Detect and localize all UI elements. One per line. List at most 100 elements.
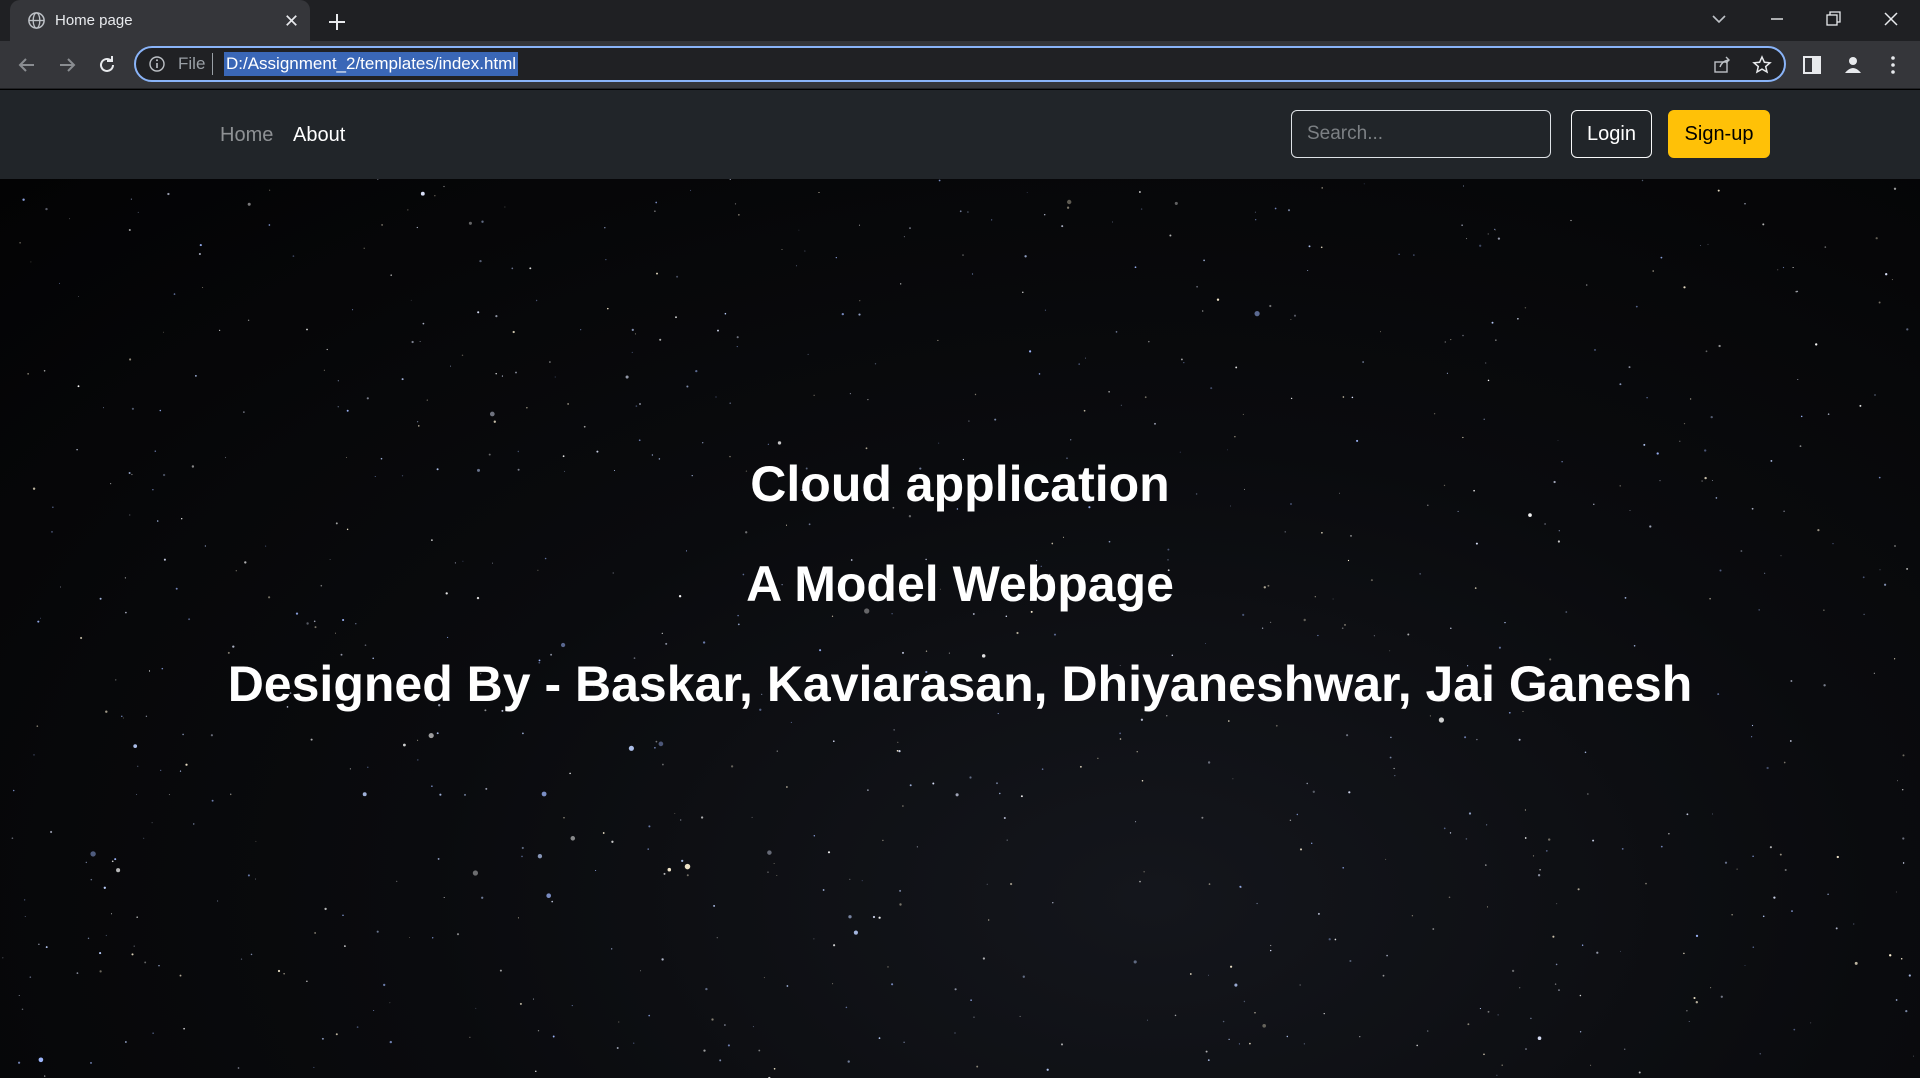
login-button[interactable]: Login	[1571, 110, 1652, 158]
side-panel-icon[interactable]	[1800, 53, 1824, 77]
star	[1351, 396, 1354, 399]
star	[982, 957, 986, 960]
star	[130, 198, 132, 200]
star	[1174, 1014, 1177, 1017]
star	[752, 1026, 754, 1028]
star	[631, 328, 634, 332]
star	[519, 1002, 522, 1005]
star	[247, 874, 250, 877]
star	[1066, 206, 1070, 209]
star	[681, 859, 684, 863]
reload-icon[interactable]	[93, 51, 121, 79]
star	[1450, 627, 1452, 629]
star	[362, 792, 367, 797]
star	[1700, 244, 1702, 246]
star	[916, 846, 918, 848]
nav-link-home[interactable]: Home	[220, 122, 273, 148]
star	[1009, 882, 1013, 886]
star	[1416, 1044, 1419, 1047]
star	[845, 1006, 848, 1009]
star	[355, 623, 357, 625]
star	[1269, 621, 1272, 624]
star	[1154, 422, 1156, 425]
minimize-icon[interactable]	[1766, 8, 1788, 30]
star	[595, 869, 597, 872]
info-icon[interactable]	[148, 55, 166, 73]
star	[702, 641, 706, 644]
star	[1854, 961, 1858, 965]
new-tab-icon[interactable]	[326, 11, 348, 33]
star	[1693, 996, 1696, 1000]
star	[1705, 350, 1708, 353]
star	[1342, 866, 1345, 869]
star	[874, 363, 877, 365]
star	[128, 228, 131, 232]
star	[822, 889, 825, 891]
star	[804, 250, 806, 252]
star	[1286, 1035, 1289, 1038]
star	[1005, 615, 1008, 618]
star	[896, 750, 899, 752]
star	[1751, 736, 1753, 738]
star	[1284, 531, 1286, 533]
star	[583, 425, 586, 428]
star	[283, 973, 285, 975]
share-icon[interactable]	[1712, 55, 1732, 75]
signup-button[interactable]: Sign-up	[1668, 110, 1770, 158]
close-tab-icon[interactable]	[282, 11, 301, 30]
star	[570, 836, 576, 841]
star	[1390, 736, 1392, 739]
star	[1053, 633, 1057, 636]
star	[1196, 285, 1198, 288]
url-text[interactable]: D:/Assignment_2/templates/index.html	[224, 52, 519, 76]
star	[136, 916, 139, 919]
star	[1061, 225, 1064, 228]
star	[954, 988, 957, 991]
star	[1686, 1010, 1688, 1012]
star	[1385, 858, 1387, 860]
star	[1913, 1055, 1914, 1057]
browser-tab[interactable]: Home page	[10, 0, 310, 41]
star	[422, 322, 425, 325]
star	[1413, 254, 1415, 256]
back-arrow-icon[interactable]	[13, 51, 41, 79]
star	[1148, 340, 1150, 343]
bookmark-star-icon[interactable]	[1752, 55, 1772, 75]
star	[1062, 536, 1065, 538]
star	[798, 229, 800, 231]
tab-search-chevron-icon[interactable]	[1708, 8, 1730, 30]
star	[1450, 339, 1452, 341]
star	[1139, 880, 1141, 883]
star	[1724, 861, 1728, 864]
star	[1633, 645, 1636, 647]
star	[602, 832, 605, 834]
star	[1143, 871, 1145, 873]
address-bar[interactable]: File D:/Assignment_2/templates/index.htm…	[134, 46, 1786, 82]
star	[909, 784, 912, 787]
search-input[interactable]	[1291, 110, 1551, 158]
star	[1293, 314, 1297, 317]
star	[925, 650, 928, 652]
star	[247, 319, 250, 322]
star	[1731, 914, 1733, 916]
star	[461, 354, 464, 357]
star	[1136, 751, 1138, 753]
star	[1243, 1000, 1246, 1003]
star	[1227, 449, 1228, 451]
star	[436, 732, 439, 735]
star	[596, 450, 599, 453]
star	[143, 837, 145, 839]
restore-icon[interactable]	[1822, 8, 1844, 30]
star	[1766, 766, 1769, 770]
star	[967, 211, 969, 213]
profile-avatar-icon[interactable]	[1841, 53, 1865, 77]
kebab-menu-icon[interactable]	[1881, 53, 1905, 77]
star	[1362, 361, 1364, 363]
nav-link-about[interactable]: About	[293, 122, 345, 148]
star	[1799, 445, 1802, 447]
star	[159, 409, 162, 412]
star	[903, 1041, 905, 1043]
close-window-icon[interactable]	[1880, 8, 1902, 30]
forward-arrow-icon[interactable]	[53, 51, 81, 79]
star	[1041, 768, 1044, 770]
